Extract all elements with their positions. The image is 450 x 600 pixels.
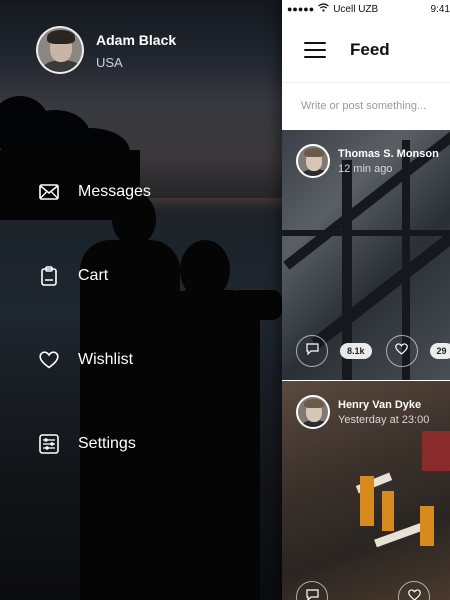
menu-label: Messages: [78, 183, 151, 200]
menu-label: Settings: [78, 435, 136, 452]
carrier-name: Ucell UZB: [333, 3, 379, 15]
post-image-detail: [382, 491, 394, 531]
avatar[interactable]: [296, 144, 330, 178]
like-count: 29: [429, 343, 450, 359]
post-image-detail: [422, 431, 450, 471]
drawer-menu: Messages Cart Wishlist Settings: [38, 150, 151, 486]
status-bar: ●●●●● Ucell UZB 9:41: [282, 0, 450, 18]
menu-item-settings[interactable]: Settings: [38, 402, 151, 486]
comment-button[interactable]: [296, 335, 328, 367]
post-composer[interactable]: [282, 83, 450, 129]
post-image-detail: [420, 506, 434, 546]
profile-country: USA: [96, 54, 123, 70]
post-timestamp: 12 min ago: [338, 162, 393, 175]
comment-button[interactable]: [296, 581, 328, 600]
post-image-detail: [282, 230, 450, 236]
feed-post[interactable]: Thomas S. Monson 12 min ago 8.1k 29: [282, 130, 450, 380]
post-image-detail: [360, 476, 374, 526]
post-timestamp: Yesterday at 23:00: [338, 413, 430, 426]
nav-bar: Feed: [282, 18, 450, 83]
user-profile[interactable]: Adam Black USA: [36, 26, 176, 74]
menu-icon[interactable]: [304, 37, 326, 63]
post-input[interactable]: [299, 99, 450, 113]
comment-icon: [305, 342, 319, 360]
comment-icon: [305, 588, 319, 600]
status-time: 9:41: [430, 3, 450, 15]
feed-post[interactable]: Henry Van Dyke Yesterday at 23:00: [282, 381, 450, 600]
heart-icon: [395, 342, 408, 360]
sliders-icon: [38, 433, 60, 455]
avatar[interactable]: [296, 395, 330, 429]
menu-label: Wishlist: [78, 351, 134, 368]
like-button[interactable]: [385, 335, 418, 367]
menu-item-messages[interactable]: Messages: [38, 150, 151, 234]
feed-screen: ●●●●● Ucell UZB 9:41 Feed Thomas S. Mons…: [282, 0, 450, 600]
page-title: Feed: [350, 40, 390, 59]
comment-count: 8.1k: [340, 343, 372, 359]
envelope-icon: [38, 181, 60, 203]
post-author[interactable]: Henry Van Dyke: [338, 399, 429, 411]
wifi-icon: [318, 3, 330, 15]
side-drawer: Adam Black USA Messages Cart Wishlist Se…: [0, 0, 282, 600]
heart-icon: [407, 588, 421, 600]
avatar[interactable]: [36, 26, 84, 74]
signal-indicator: ●●●●●: [287, 4, 315, 14]
menu-label: Cart: [78, 267, 109, 284]
profile-name: Adam Black: [96, 31, 177, 48]
like-button[interactable]: [398, 581, 430, 600]
menu-item-wishlist[interactable]: Wishlist: [38, 318, 151, 402]
post-author[interactable]: Thomas S. Monson: [338, 148, 439, 160]
menu-item-cart[interactable]: Cart: [38, 234, 151, 318]
clipboard-icon: [38, 265, 60, 287]
heart-icon: [38, 349, 60, 371]
